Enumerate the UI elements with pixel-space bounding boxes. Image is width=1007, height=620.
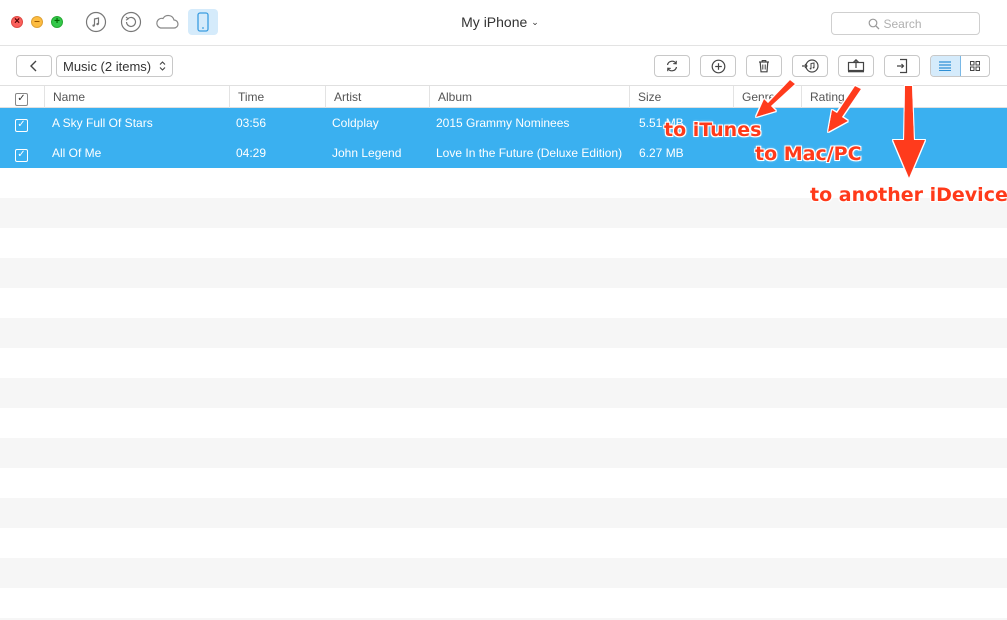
column-header-album[interactable]: Album xyxy=(429,86,629,108)
category-select[interactable]: Music (2 items) xyxy=(56,55,173,77)
chevron-down-icon: ⌄ xyxy=(531,17,539,27)
empty-row xyxy=(0,438,1007,468)
list-view-button[interactable] xyxy=(931,56,961,76)
column-header-artist[interactable]: Artist xyxy=(325,86,429,108)
to-itunes-button[interactable] xyxy=(792,55,828,77)
column-header-size[interactable]: Size xyxy=(629,86,733,108)
song-time: 04:29 xyxy=(236,146,267,160)
close-window-button[interactable]: × xyxy=(11,16,23,28)
row-checkbox[interactable]: ✓ xyxy=(15,138,28,168)
minimize-window-button[interactable]: – xyxy=(31,16,43,28)
device-selector[interactable]: My iPhone ⌄ xyxy=(430,14,570,30)
search-box[interactable] xyxy=(831,12,980,35)
to-itunes-icon xyxy=(802,59,819,73)
song-rating xyxy=(809,108,999,138)
search-icon xyxy=(868,18,879,29)
refresh-icon xyxy=(666,60,678,72)
column-header-time[interactable]: Time xyxy=(229,86,325,108)
annotation-to-device: to another iDevice xyxy=(810,184,1007,206)
itunes-library-button[interactable] xyxy=(81,9,111,35)
to-device-button[interactable] xyxy=(884,55,920,77)
checkmark-icon: ✓ xyxy=(15,118,28,132)
view-mode-toggle xyxy=(930,55,990,77)
iphone-icon xyxy=(197,12,209,32)
checkmark-icon: ✓ xyxy=(15,92,28,106)
chevron-left-icon xyxy=(30,60,37,72)
to-device-icon xyxy=(897,58,908,74)
cloud-icon xyxy=(156,14,179,29)
row-checkbox[interactable]: ✓ xyxy=(15,108,28,138)
song-album: 2015 Grammy Nominees xyxy=(436,116,570,130)
list-view-icon xyxy=(939,61,952,71)
title-bar: × – + My iPhone ⌄ xyxy=(0,0,1007,46)
song-album: Love In the Future (Deluxe Edition) xyxy=(436,146,623,160)
to-computer-icon xyxy=(847,59,865,73)
toolbar: Music (2 items) xyxy=(0,46,1007,86)
search-input[interactable] xyxy=(883,16,944,31)
checkmark-icon: ✓ xyxy=(15,148,28,162)
song-size: 6.27 MB xyxy=(639,146,684,160)
empty-row xyxy=(0,258,1007,288)
to-computer-button[interactable] xyxy=(838,55,874,77)
category-label: Music (2 items) xyxy=(63,58,152,74)
device-button[interactable] xyxy=(188,9,218,35)
column-header-name[interactable]: Name xyxy=(44,86,229,108)
trash-icon xyxy=(759,60,769,73)
empty-row xyxy=(0,318,1007,348)
updown-chevron-icon xyxy=(159,60,166,72)
table-header: ✓ Name Time Artist Album Size Genre Rati… xyxy=(0,86,1007,108)
add-icon xyxy=(711,59,725,73)
backup-icon xyxy=(120,11,142,33)
delete-button[interactable] xyxy=(746,55,782,77)
song-name: A Sky Full Of Stars xyxy=(52,116,153,130)
add-button[interactable] xyxy=(700,55,736,77)
column-header-genre[interactable]: Genre xyxy=(733,86,801,108)
icloud-button[interactable] xyxy=(152,9,182,35)
table-row[interactable]: ✓ A Sky Full Of Stars 03:56 Coldplay 201… xyxy=(0,108,1007,138)
song-artist: Coldplay xyxy=(332,116,379,130)
column-header-rating[interactable]: Rating xyxy=(801,86,1007,108)
music-icon xyxy=(85,11,107,33)
annotation-to-itunes: to iTunes xyxy=(664,119,762,141)
refresh-button[interactable] xyxy=(654,55,690,77)
back-button[interactable] xyxy=(16,55,52,77)
select-all-checkbox[interactable]: ✓ xyxy=(15,90,28,106)
grid-view-button[interactable] xyxy=(961,56,990,76)
grid-view-icon xyxy=(969,61,980,71)
empty-row xyxy=(0,558,1007,588)
annotation-to-computer: to Mac/PC xyxy=(755,143,862,165)
empty-row xyxy=(0,378,1007,408)
song-artist: John Legend xyxy=(332,146,402,160)
backup-button[interactable] xyxy=(116,9,146,35)
song-time: 03:56 xyxy=(236,116,267,130)
device-name: My iPhone xyxy=(461,14,528,30)
song-name: All Of Me xyxy=(52,146,102,160)
empty-row xyxy=(0,498,1007,528)
maximize-window-button[interactable]: + xyxy=(51,16,63,28)
